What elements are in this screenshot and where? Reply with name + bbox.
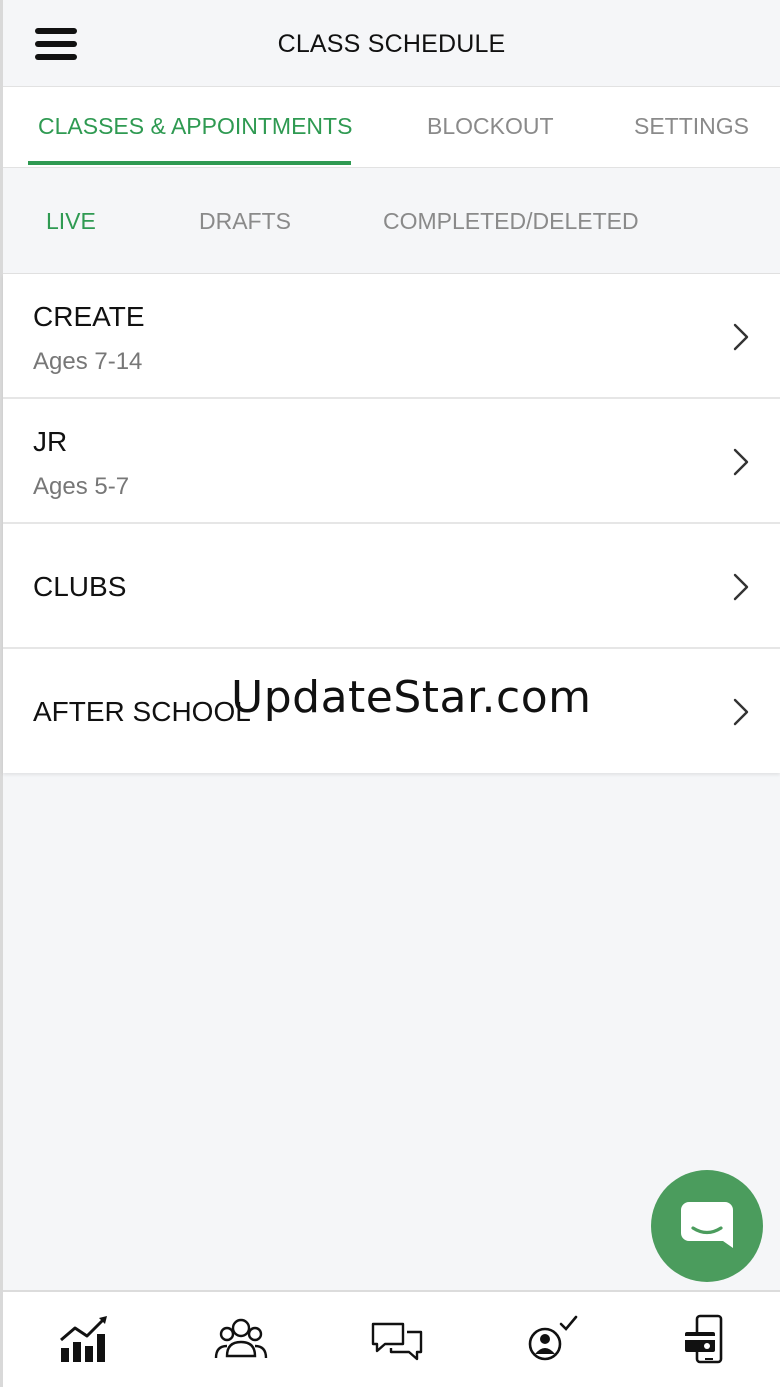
sub-tab-bar: LIVE DRAFTS COMPLETED/DELETED xyxy=(3,168,780,274)
chevron-right-icon xyxy=(733,573,749,601)
nav-messages[interactable] xyxy=(369,1314,425,1366)
users-group-icon xyxy=(214,1318,268,1359)
chevron-right-icon xyxy=(733,698,749,726)
messages-icon xyxy=(371,1322,423,1361)
attendance-check-icon xyxy=(528,1315,578,1361)
chevron-right-icon xyxy=(733,448,749,476)
top-header: CLASS SCHEDULE xyxy=(3,0,780,86)
subtab-completed-deleted[interactable]: COMPLETED/DELETED xyxy=(383,208,639,235)
analytics-chart-icon xyxy=(60,1316,107,1362)
nav-users[interactable] xyxy=(213,1314,269,1366)
subtab-live[interactable]: LIVE xyxy=(46,208,96,235)
payments-device-icon xyxy=(685,1314,723,1364)
main-tab-bar: CLASSES & APPOINTMENTS BLOCKOUT SETTINGS xyxy=(3,86,780,168)
active-tab-indicator xyxy=(28,161,351,165)
class-ages: Ages 5-7 xyxy=(33,473,130,500)
list-item[interactable]: JR Ages 5-7 xyxy=(3,399,780,524)
tab-classes-appointments[interactable]: CLASSES & APPOINTMENTS xyxy=(38,113,352,140)
watermark-text: UpdateStar.com xyxy=(231,672,592,723)
class-title: CLUBS xyxy=(33,571,127,602)
bottom-nav-bar xyxy=(3,1290,780,1387)
chevron-right-icon xyxy=(733,323,749,351)
tab-blockout[interactable]: BLOCKOUT xyxy=(427,113,554,140)
chat-button[interactable] xyxy=(651,1170,763,1282)
list-item[interactable]: CLUBS xyxy=(3,524,780,649)
class-title: CREATE xyxy=(33,301,145,332)
app-screen: CLASS SCHEDULE CLASSES & APPOINTMENTS BL… xyxy=(0,0,780,1387)
class-title: JR xyxy=(33,426,68,457)
nav-attendance[interactable] xyxy=(523,1314,579,1366)
chat-bubble-icon xyxy=(681,1202,733,1248)
class-ages: Ages 7-14 xyxy=(33,348,143,375)
list-item[interactable]: CREATE Ages 7-14 xyxy=(3,274,780,399)
tab-settings[interactable]: SETTINGS xyxy=(634,113,749,140)
page-title: CLASS SCHEDULE xyxy=(277,30,506,58)
subtab-drafts[interactable]: DRAFTS xyxy=(199,208,291,235)
nav-analytics[interactable] xyxy=(57,1314,113,1366)
class-title: AFTER SCHOOL xyxy=(33,696,251,727)
nav-payments[interactable] xyxy=(679,1314,735,1366)
